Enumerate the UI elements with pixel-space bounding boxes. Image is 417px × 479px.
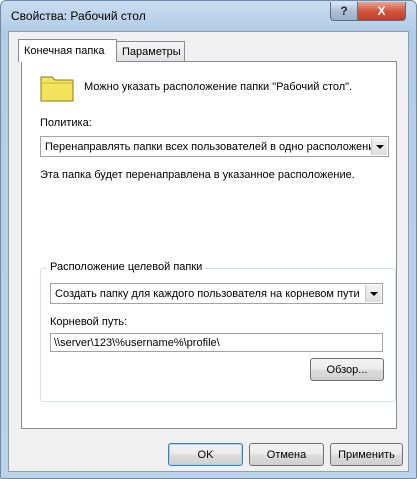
browse-label: Обзор... [326,363,368,376]
browse-button[interactable]: Обзор... [310,358,384,381]
ok-button[interactable]: OK [168,443,243,466]
help-button[interactable]: ? [330,2,358,21]
close-icon: X [377,4,386,18]
folder-icon [40,76,74,102]
description-text: Можно указать расположение папки "Рабочи… [84,81,353,93]
tab-panel-target: Можно указать расположение папки "Рабочи… [21,61,397,429]
tab-target-folder[interactable]: Конечная папка [18,39,117,62]
window-title: Свойства: Рабочий стол [11,9,146,23]
chevron-down-icon[interactable] [365,285,381,302]
policy-note: Эта папка будет перенаправлена в указанн… [40,169,355,181]
policy-value: Перенаправлять папки всех пользователей … [45,140,371,153]
location-dropdown[interactable]: Создать папку для каждого пользователя н… [50,283,383,304]
ok-label: OK [197,448,214,461]
tab-settings[interactable]: Параметры [116,41,185,62]
apply-button[interactable]: Применить [330,443,403,466]
group-title: Расположение целевой папки [47,261,206,273]
chevron-down-icon[interactable] [371,138,387,155]
help-icon: ? [340,4,348,18]
policy-dropdown[interactable]: Перенаправлять папки всех пользователей … [40,136,389,157]
tab-label: Параметры [122,46,181,58]
cancel-button[interactable]: Отмена [249,443,324,466]
properties-window: Свойства: Рабочий стол ? X Конечная папк… [0,0,417,479]
close-button[interactable]: X [357,2,406,21]
dialog-body: Конечная папка Параметры Можно указать р… [8,31,409,472]
title-bar[interactable]: Свойства: Рабочий стол ? X [1,1,416,31]
root-path-input[interactable]: \\server\123\%username%\profile\ [50,333,383,352]
tab-label: Конечная папка [24,45,105,57]
policy-label: Политика: [40,117,92,129]
location-value: Создать папку для каждого пользователя н… [55,287,360,300]
cancel-label: Отмена [266,448,307,461]
apply-label: Применить [338,448,395,461]
root-path-value: \\server\123\%username%\profile\ [54,336,220,349]
root-path-label: Корневой путь: [50,316,128,328]
